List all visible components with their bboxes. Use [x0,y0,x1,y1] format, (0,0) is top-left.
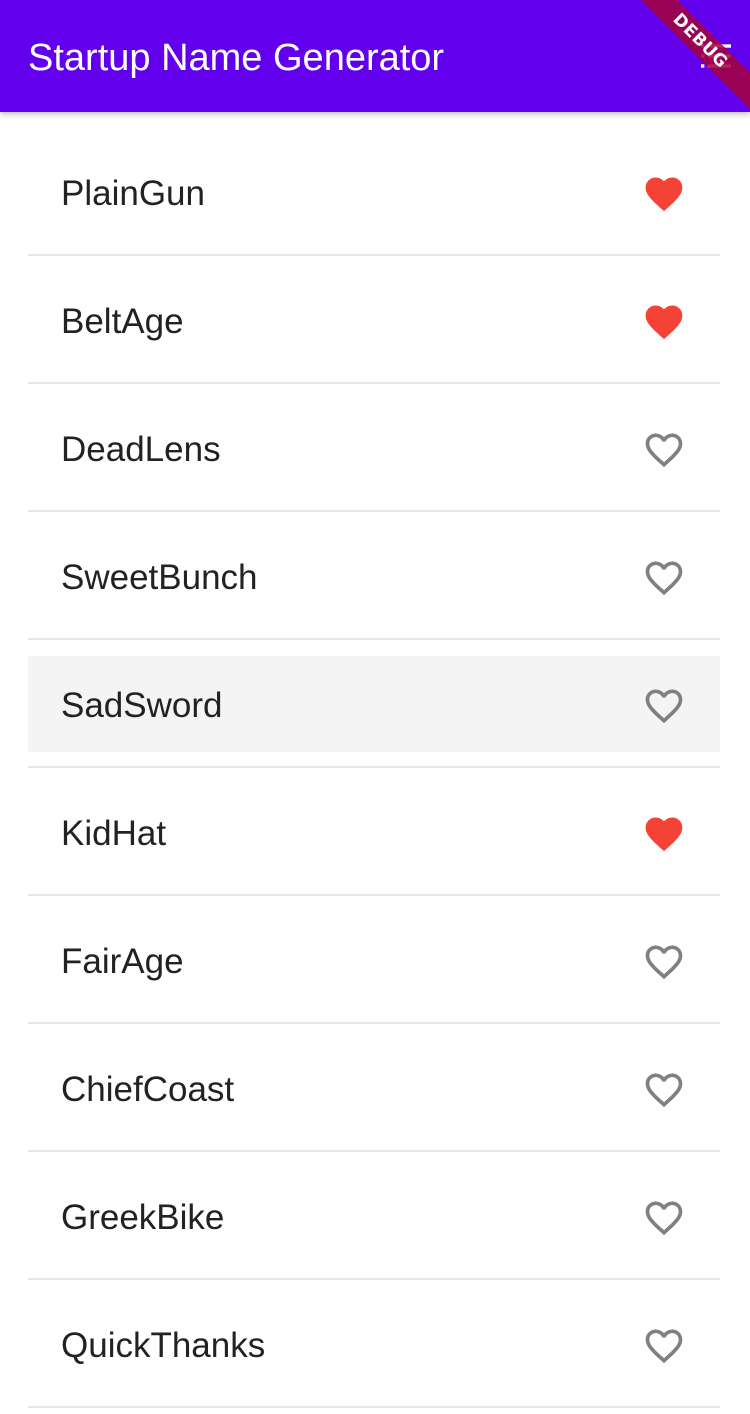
list-item-content: FairAge [28,896,720,1024]
startup-name-label: KidHat [61,814,167,853]
favorite-toggle-off[interactable] [642,940,686,984]
heart-outline-icon [645,689,683,724]
favorite-toggle-off[interactable] [642,1324,686,1368]
startup-name-label: PlainGun [61,174,205,213]
app-bar: Startup Name Generator DEBUG [0,0,750,112]
list-item[interactable]: KidHat [0,768,750,896]
list-item[interactable]: QuickThanks [0,1280,750,1408]
list-item[interactable]: SadSword [0,640,750,768]
list-item[interactable]: PlainGun [0,128,750,256]
list-item[interactable]: DeadLens [0,384,750,512]
list-item-content: PlainGun [28,128,720,256]
heart-outline-icon [645,945,683,980]
heart-filled-icon [645,305,683,340]
app-title: Startup Name Generator [28,37,445,79]
list-item-content: ChiefCoast [28,1024,720,1152]
list-item-content: BeltAge [28,256,720,384]
heart-outline-icon [645,1329,683,1364]
debug-banner: DEBUG [613,0,750,112]
list-item[interactable]: FairAge [0,896,750,1024]
list-item[interactable]: BeltAge [0,256,750,384]
heart-outline-icon [645,561,683,596]
list-item-content: SweetBunch [28,512,720,640]
startup-name-label: ChiefCoast [61,1070,235,1109]
favorite-toggle-on[interactable] [642,812,686,856]
heart-outline-icon [645,1201,683,1236]
list-item[interactable]: GreekBike [0,1152,750,1280]
list-divider [28,1406,720,1408]
list-item-content: KidHat [28,768,720,896]
startup-name-label: GreekBike [61,1198,225,1237]
list-item[interactable]: ChiefCoast [0,1024,750,1152]
startup-name-label: SweetBunch [61,558,258,597]
favorite-toggle-off[interactable] [642,684,686,728]
startup-name-list[interactable]: PlainGun BeltAge DeadLens SweetBunch SadSwor… [0,128,750,1408]
favorite-toggle-off[interactable] [642,556,686,600]
list-item[interactable]: SweetBunch [0,512,750,640]
heart-outline-icon [645,433,683,468]
startup-name-label: FairAge [61,942,184,981]
startup-name-label: BeltAge [61,302,184,341]
favorite-toggle-on[interactable] [642,172,686,216]
heart-outline-icon [645,1073,683,1108]
list-item-content: DeadLens [28,384,720,512]
heart-filled-icon [645,177,683,212]
favorite-toggle-off[interactable] [642,428,686,472]
favorite-toggle-on[interactable] [642,300,686,344]
heart-filled-icon [645,817,683,852]
favorite-toggle-off[interactable] [642,1068,686,1112]
list-item-content: GreekBike [28,1152,720,1280]
startup-name-label: SadSword [61,686,223,725]
startup-name-label: QuickThanks [61,1326,266,1365]
favorite-toggle-off[interactable] [642,1196,686,1240]
list-item-content: SadSword [28,640,720,768]
list-item-content: QuickThanks [28,1280,720,1408]
startup-name-label: DeadLens [61,430,221,469]
